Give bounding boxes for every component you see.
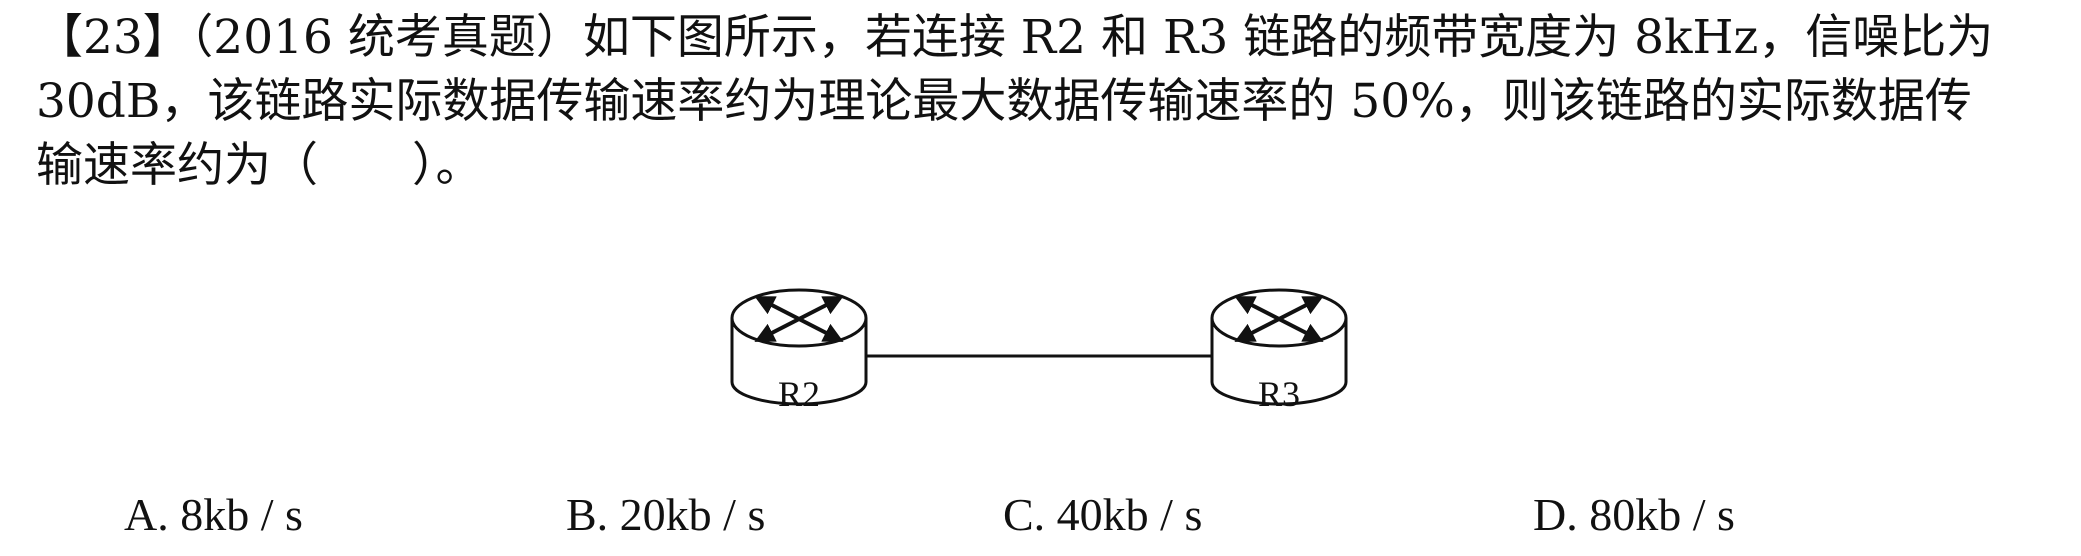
router-r3-icon: R3 bbox=[1210, 288, 1348, 414]
router-r2-icon: R2 bbox=[730, 288, 868, 414]
option-b[interactable]: B. 20kb / s bbox=[566, 488, 765, 541]
option-d[interactable]: D. 80kb / s bbox=[1533, 488, 1735, 541]
option-c[interactable]: C. 40kb / s bbox=[1003, 488, 1202, 541]
answer-options: A. 8kb / s B. 20kb / s C. 40kb / s D. 80… bbox=[0, 488, 2081, 548]
router-r3-label: R3 bbox=[1258, 374, 1300, 414]
network-diagram: R2 R3 bbox=[730, 288, 1348, 414]
router-r2-label: R2 bbox=[778, 374, 820, 414]
option-a[interactable]: A. 8kb / s bbox=[124, 488, 303, 541]
